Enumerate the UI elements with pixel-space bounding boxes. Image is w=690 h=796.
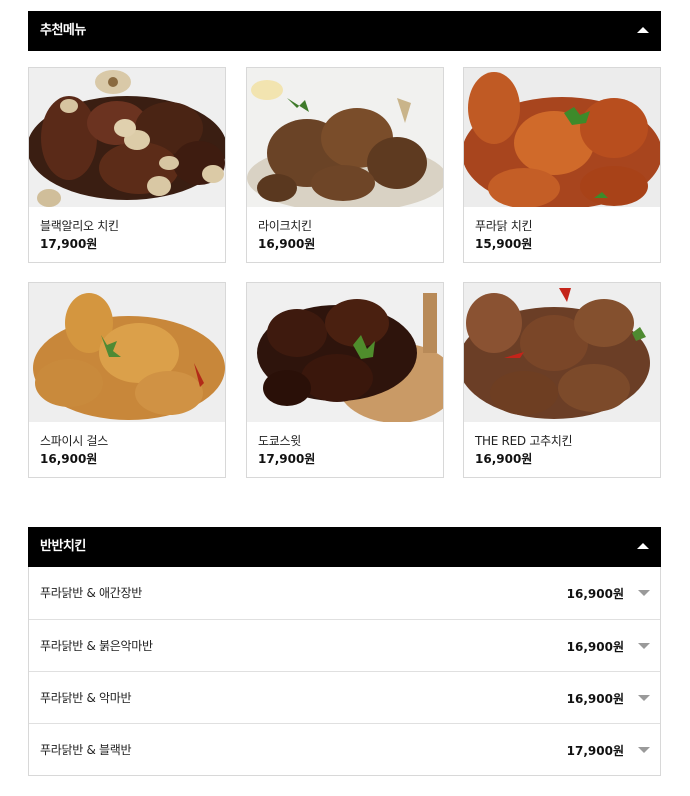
half-section: 반반치킨 푸라닭반 & 애간장반 16,900원 푸라닭반 & 붉은악마반 16… bbox=[28, 527, 661, 776]
chevron-down-icon[interactable] bbox=[638, 747, 650, 753]
menu-card-name: 도쿄스윗 bbox=[258, 434, 301, 448]
half-menu-name: 푸라닭반 & 애간장반 bbox=[40, 586, 143, 600]
menu-card-price: 16,900원 bbox=[40, 452, 98, 466]
menu-card-price: 15,900원 bbox=[475, 237, 533, 251]
chevron-down-icon[interactable] bbox=[638, 590, 650, 596]
menu-card-price: 16,900원 bbox=[258, 237, 316, 251]
tokyo-sweet-photo bbox=[247, 283, 443, 422]
chevron-down-icon[interactable] bbox=[638, 643, 650, 649]
chevron-down-icon[interactable] bbox=[638, 695, 650, 701]
menu-card-name: 푸라닭 치킨 bbox=[475, 219, 533, 233]
half-menu-price: 16,900원 bbox=[566, 692, 624, 706]
half-menu-name: 푸라닭반 & 블랙반 bbox=[40, 743, 132, 757]
menu-card-like-chicken[interactable]: 라이크치킨 16,900원 bbox=[246, 67, 444, 263]
menu-card-price: 17,900원 bbox=[258, 452, 316, 466]
half-menu-row[interactable]: 푸라닭반 & 악마반 16,900원 bbox=[29, 671, 660, 723]
half-menu-name: 푸라닭반 & 악마반 bbox=[40, 691, 132, 705]
half-title: 반반치킨 bbox=[40, 539, 86, 554]
menu-card-spicy-girls[interactable]: 스파이시 걸스 16,900원 bbox=[28, 282, 226, 478]
half-menu-price: 16,900원 bbox=[566, 640, 624, 654]
menu-card-price: 16,900원 bbox=[475, 452, 533, 466]
the-red-pepper-chicken-photo bbox=[464, 283, 660, 422]
half-list: 푸라닭반 & 애간장반 16,900원 푸라닭반 & 붉은악마반 16,900원… bbox=[28, 567, 661, 776]
half-menu-row[interactable]: 푸라닭반 & 블랙반 17,900원 bbox=[29, 723, 660, 775]
menu-card-puradak-chicken[interactable]: 푸라닭 치킨 15,900원 bbox=[463, 67, 661, 263]
menu-card-the-red-pepper-chicken[interactable]: THE RED 고추치킨 16,900원 bbox=[463, 282, 661, 478]
half-menu-price: 16,900원 bbox=[566, 587, 624, 601]
half-menu-row[interactable]: 푸라닭반 & 애간장반 16,900원 bbox=[29, 567, 660, 619]
menu-card-name: THE RED 고추치킨 bbox=[475, 434, 573, 448]
half-menu-price: 17,900원 bbox=[566, 744, 624, 758]
collapse-up-icon[interactable] bbox=[637, 543, 649, 549]
half-menu-name: 푸라닭반 & 붉은악마반 bbox=[40, 639, 153, 653]
menu-card-name: 블랙알리오 치킨 bbox=[40, 219, 119, 233]
half-menu-row[interactable]: 푸라닭반 & 붉은악마반 16,900원 bbox=[29, 619, 660, 671]
recommend-title: 추천메뉴 bbox=[40, 23, 86, 38]
spicy-girls-photo bbox=[29, 283, 225, 422]
menu-card-name: 라이크치킨 bbox=[258, 219, 312, 233]
menu-card-price: 17,900원 bbox=[40, 237, 98, 251]
collapse-up-icon[interactable] bbox=[637, 27, 649, 33]
menu-card-tokyo-sweet[interactable]: 도쿄스윗 17,900원 bbox=[246, 282, 444, 478]
menu-card-name: 스파이시 걸스 bbox=[40, 434, 108, 448]
like-chicken-photo bbox=[247, 68, 443, 207]
recommend-header[interactable]: 추천메뉴 bbox=[28, 11, 661, 51]
black-aglio-chicken-photo bbox=[29, 68, 225, 207]
puradak-chicken-photo bbox=[464, 68, 660, 207]
half-header[interactable]: 반반치킨 bbox=[28, 527, 661, 567]
recommend-section: 추천메뉴 블랙알리오 치킨 17,900원 라이크치킨 16,900원 푸라닭 … bbox=[28, 11, 661, 478]
menu-card-black-aglio[interactable]: 블랙알리오 치킨 17,900원 bbox=[28, 67, 226, 263]
